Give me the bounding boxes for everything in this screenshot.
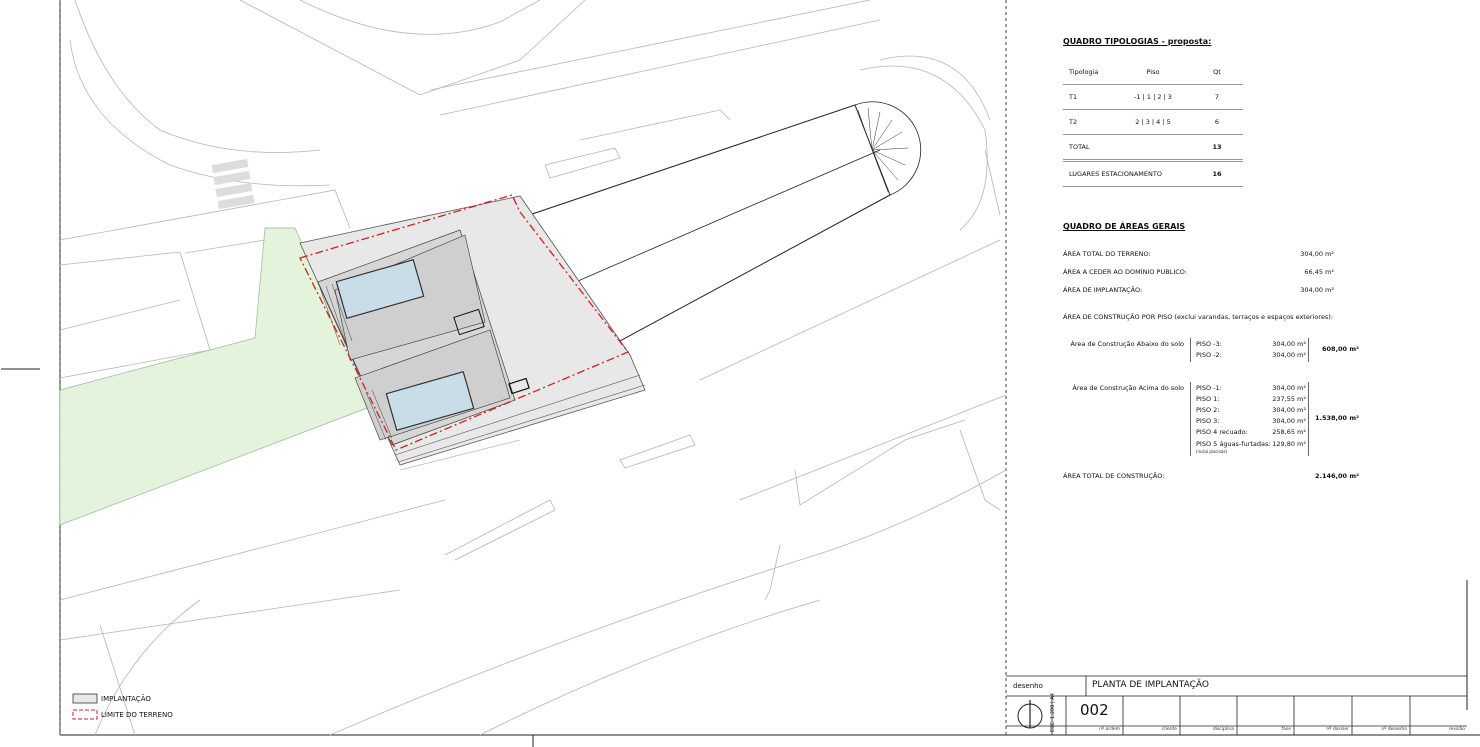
total-value: 13 — [1191, 134, 1243, 162]
abaixo-value: 304,00 m² — [1272, 351, 1306, 359]
ceder-label: ÁREA A CEDER AO DOMÍNIO PUBLICO: — [1063, 268, 1187, 276]
site-plan-drawing — [1, 0, 1480, 747]
north-arrow-icon — [1017, 700, 1043, 729]
parking-value: 16 — [1191, 160, 1243, 187]
abaixo-label: Área de Construção Abaixo do solo — [1070, 340, 1184, 348]
terreno-label: ÁREA TOTAL DO TERRENO: — [1063, 250, 1151, 258]
total-construcao-value: 2.146,00 m² — [1315, 472, 1359, 480]
legend-swatch-limite — [72, 709, 98, 720]
acima-total: 1.538,00 m² — [1315, 414, 1359, 422]
implantacao-value: 304,00 m² — [1300, 286, 1334, 294]
crosswalk — [211, 158, 255, 210]
desenho-title: PLANTA DE IMPLANTAÇÃO — [1092, 680, 1209, 690]
acima-value: 304,00 m² — [1272, 417, 1306, 425]
acima-value: 304,00 m² — [1272, 384, 1306, 392]
row-qt: 6 — [1191, 109, 1243, 135]
table-row: T2 2 | 3 | 4 | 5 6 — [1063, 109, 1243, 135]
legend-swatch-implantacao — [72, 693, 98, 704]
terreno-value: 304,00 m² — [1300, 250, 1334, 258]
header-piso: Piso — [1115, 60, 1191, 85]
header-tipologia: Tipologia — [1063, 60, 1115, 85]
row-qt: 7 — [1191, 84, 1243, 110]
row-tipo: T1 — [1063, 84, 1115, 110]
total-label: TOTAL — [1063, 134, 1191, 162]
table-parking-row: LUGARES ESTACIONAMENTO 16 — [1063, 160, 1243, 187]
scale-label: ESC. 1:200 | A4 — [1050, 693, 1056, 732]
total-construcao-label: ÁREA TOTAL DE CONSTRUÇÃO: — [1063, 472, 1165, 480]
col-dossier: nº dossier — [1326, 727, 1349, 732]
abaixo-piso: PISO -2: — [1196, 351, 1222, 359]
ordem-value: 002 — [1080, 701, 1109, 719]
acima-value: 129,80 m² — [1272, 440, 1306, 448]
col-ordem: nº ordem — [1099, 727, 1120, 732]
legend-implantacao-label: IMPLANTAÇÃO — [101, 695, 151, 703]
acima-piso: PISO -1: — [1196, 384, 1222, 392]
acima-value: 258,65 m² — [1272, 428, 1306, 436]
acima-piso: PISO 4 recuado: — [1196, 428, 1248, 436]
table-row: T1 -1 | 1 | 2 | 3 7 — [1063, 84, 1243, 110]
acima-piso: PISO 1: — [1196, 395, 1220, 403]
implantacao-label: ÁREA DE IMPLANTAÇÃO: — [1063, 286, 1143, 294]
abaixo-piso: PISO -3: — [1196, 340, 1222, 348]
abaixo-value: 304,00 m² — [1272, 340, 1306, 348]
row-piso: 2 | 3 | 4 | 5 — [1115, 109, 1191, 135]
header-qt: Qt — [1191, 60, 1243, 85]
acima-piso: PISO 3: — [1196, 417, 1220, 425]
col-desenho: nº desenho — [1381, 727, 1407, 732]
tipologias-table: Tipologia Piso Qt T1 -1 | 1 | 2 | 3 7 T2… — [1063, 60, 1243, 187]
abaixo-total: 608,00 m² — [1322, 345, 1359, 353]
row-tipo: T2 — [1063, 109, 1115, 135]
acima-note: (inclui piscinas) — [1196, 449, 1228, 454]
col-disciplina: disciplina — [1212, 727, 1234, 732]
parking-label: LUGARES ESTACIONAMENTO — [1063, 160, 1191, 187]
ceder-value: 66,45 m² — [1304, 268, 1334, 276]
acima-piso: PISO 2: — [1196, 406, 1220, 414]
table-header-row: Tipologia Piso Qt — [1063, 60, 1243, 85]
tipologias-title: QUADRO TIPOLOGIAS - proposta: — [1063, 37, 1212, 46]
acima-value: 237,55 m² — [1272, 395, 1306, 403]
col-fase: fase — [1281, 727, 1291, 732]
col-revisao: revisão — [1448, 727, 1465, 732]
row-piso: -1 | 1 | 2 | 3 — [1115, 84, 1191, 110]
acima-label: Área de Construção Acima do solo — [1072, 384, 1184, 392]
desenho-label: desenho — [1013, 682, 1043, 690]
legend-limite-label: LIMITE DO TERRENO — [101, 711, 173, 719]
acima-value: 304,00 m² — [1272, 406, 1306, 414]
table-total-row: TOTAL 13 — [1063, 134, 1243, 162]
construcao-piso-heading: ÁREA DE CONSTRUÇÃO POR PISO (exclui vara… — [1063, 313, 1333, 321]
areas-title: QUADRO DE ÁREAS GERAIS — [1063, 222, 1186, 231]
col-cliente: cliente — [1161, 727, 1177, 732]
